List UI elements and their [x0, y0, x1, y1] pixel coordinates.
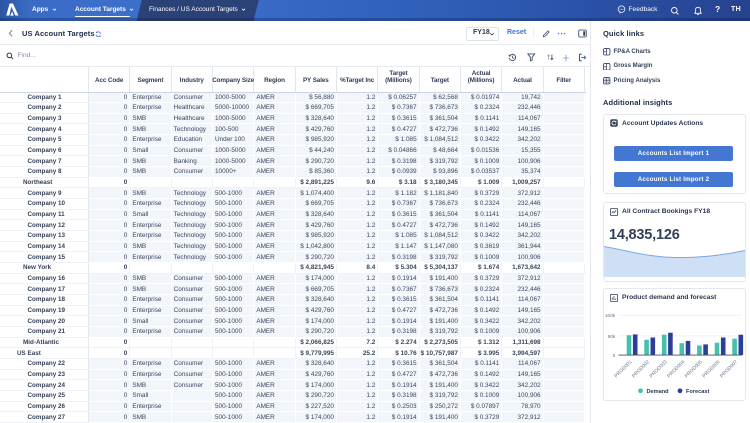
svg-text:100k: 100k [605, 313, 616, 319]
svg-text:PROD005: PROD005 [684, 359, 704, 379]
svg-text:0: 0 [613, 352, 616, 358]
svg-text:PROD007: PROD007 [719, 359, 739, 379]
svg-text:PROD001: PROD001 [613, 359, 633, 379]
svg-text:Demand: Demand [647, 389, 670, 395]
svg-text:PROD006: PROD006 [701, 359, 721, 379]
svg-text:50k: 50k [608, 333, 616, 339]
svg-text:PROD002: PROD002 [631, 359, 651, 379]
svg-text:PROD003: PROD003 [649, 359, 669, 379]
svg-text:PROD004: PROD004 [666, 359, 686, 379]
svg-text:Forecast: Forecast [686, 389, 709, 395]
